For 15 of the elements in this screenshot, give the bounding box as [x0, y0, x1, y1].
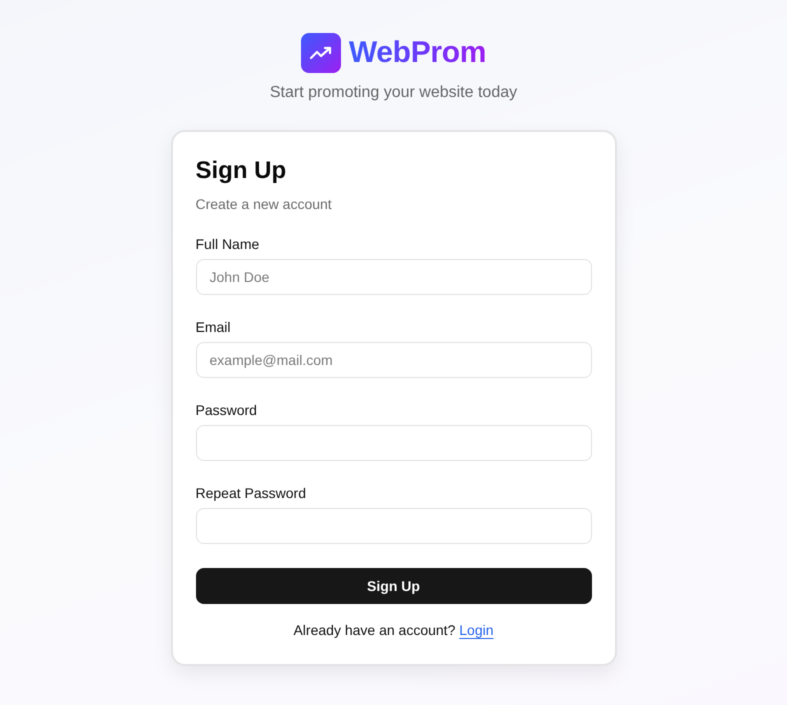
tagline: Start promoting your website today: [270, 83, 518, 103]
login-link[interactable]: Login: [459, 622, 494, 638]
input-field[interactable]: example@mail.com: [196, 342, 592, 378]
sign-up-button[interactable]: Sign Up: [196, 568, 592, 604]
field-label: Repeat Password: [196, 484, 308, 503]
card-subtitle: Create a new account: [196, 195, 333, 214]
input-field[interactable]: [196, 508, 592, 544]
input-field[interactable]: [196, 425, 592, 461]
field-label: Password: [196, 401, 258, 420]
field-label: Full Name: [196, 235, 260, 254]
trending-up-logo-icon: [300, 33, 341, 73]
field-label: Email: [196, 318, 232, 337]
login-prompt: Already have an account? Login: [292, 621, 495, 640]
card-title: Sign Up: [196, 156, 288, 186]
input-field[interactable]: John Doe: [196, 259, 592, 295]
